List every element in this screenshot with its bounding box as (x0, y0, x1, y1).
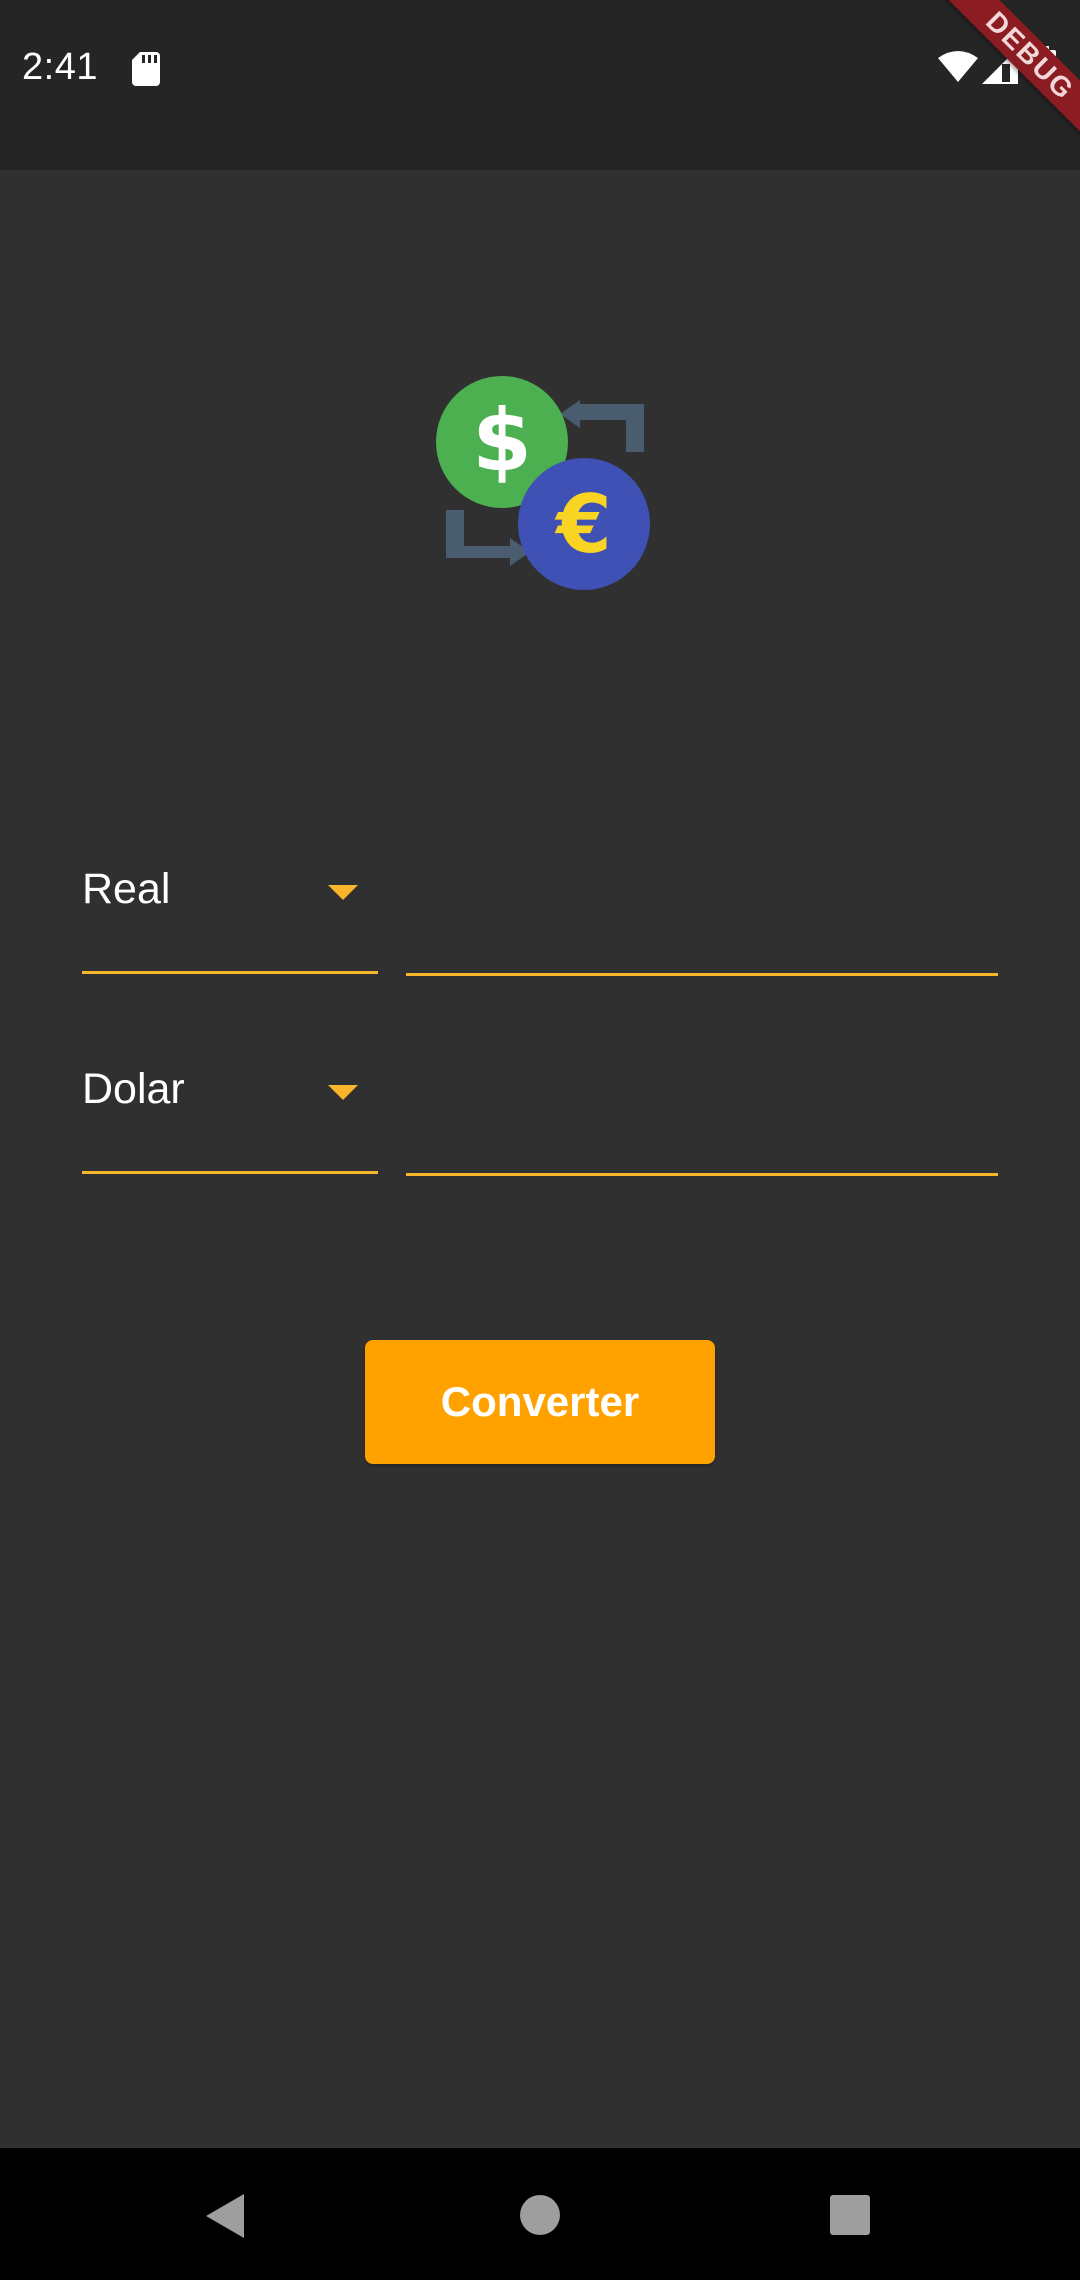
input-underline (406, 973, 998, 976)
from-amount-input[interactable] (406, 875, 1000, 967)
wifi-icon (938, 51, 978, 82)
status-bar: 2:41 (0, 0, 1080, 170)
from-currency-value: Real (82, 865, 171, 913)
to-amount-field[interactable] (406, 1045, 1000, 1176)
dropdown-arrow-icon (328, 885, 358, 900)
convert-button[interactable]: Converter (365, 1340, 715, 1464)
to-row: Dolar (82, 1045, 1000, 1176)
recents-icon[interactable] (829, 2194, 871, 2236)
sd-card-icon (132, 52, 160, 86)
dollar-symbol: $ (472, 391, 532, 491)
app-screen: 2:41 DEBUG $ € Real Dolar Converter (0, 0, 1080, 2280)
to-amount-input[interactable] (406, 1075, 1000, 1167)
to-currency-value: Dolar (82, 1065, 185, 1113)
input-underline (406, 1173, 998, 1176)
from-currency-dropdown[interactable]: Real (82, 845, 378, 974)
dropdown-underline (82, 1171, 378, 1174)
status-time: 2:41 (22, 46, 98, 88)
euro-symbol: € (554, 478, 612, 571)
euro-coin-icon: € (518, 458, 650, 590)
navigation-bar (0, 2148, 1080, 2280)
from-amount-field[interactable] (406, 845, 1000, 976)
dropdown-underline (82, 971, 378, 974)
from-row: Real (82, 845, 1000, 976)
to-currency-dropdown[interactable]: Dolar (82, 1045, 378, 1174)
currency-exchange-logo: $ € (436, 376, 650, 590)
dropdown-arrow-icon (328, 1085, 358, 1100)
home-icon[interactable] (519, 2194, 561, 2236)
back-icon[interactable] (204, 2192, 248, 2240)
